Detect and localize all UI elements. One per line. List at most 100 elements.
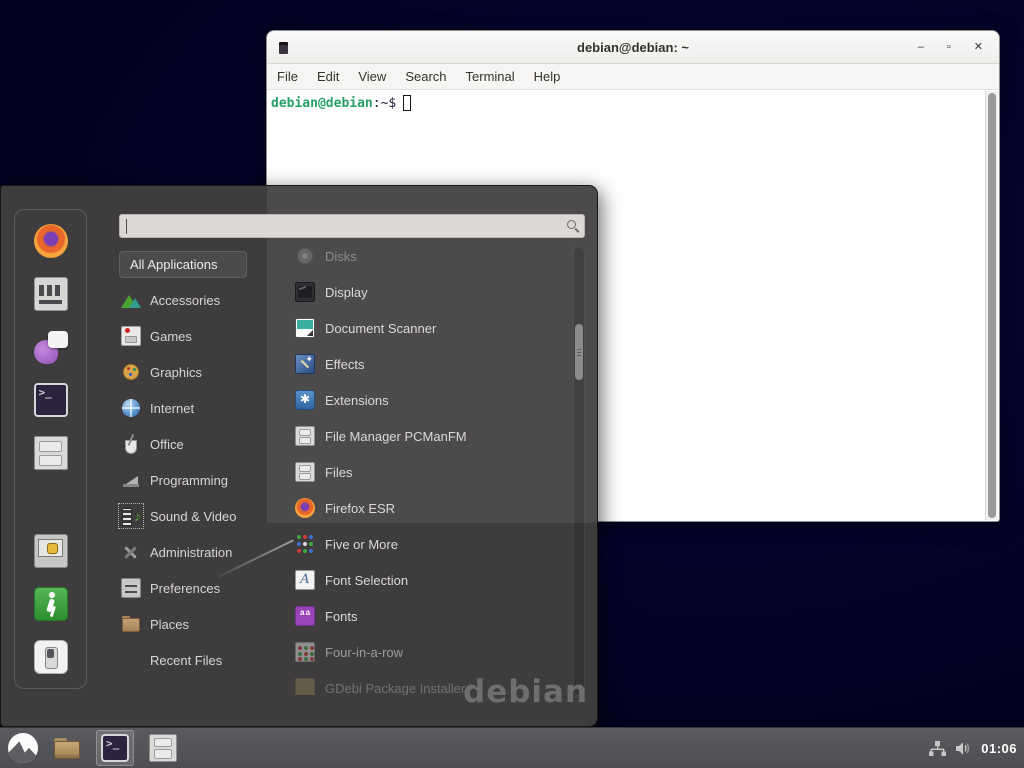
category-item[interactable]: Administration [121,534,271,570]
folder-icon [53,734,81,762]
application-item[interactable]: Five or More [269,526,569,562]
application-label: Disks [325,249,357,264]
all-applications-button[interactable]: All Applications [119,251,247,278]
category-label: Graphics [150,365,202,380]
sound-video-icon [121,506,141,526]
document-scanner-icon [295,318,315,338]
volume-icon[interactable] [955,741,972,756]
category-item[interactable]: Accessories [121,282,271,318]
search-input[interactable] [120,215,584,237]
effects-icon [295,354,315,374]
application-item[interactable]: Disks [269,238,569,274]
category-item[interactable]: Games [121,318,271,354]
office-icon [121,434,141,454]
category-item[interactable]: Places [121,606,271,642]
session-logout[interactable] [33,586,69,622]
application-item[interactable]: Effects [269,346,569,382]
launcher-file-manager[interactable] [144,730,182,766]
category-item[interactable]: Preferences [121,570,271,606]
window-controls: – ▫ ✕ [918,31,983,64]
file-cabinet-icon [149,734,177,762]
display-icon [295,282,315,302]
application-label: Files [325,465,352,480]
favorite-firefox[interactable] [33,223,69,259]
application-item[interactable]: Extensions [269,382,569,418]
logout-icon [34,587,68,621]
taskbar: 01:06 [0,727,1024,768]
category-item[interactable]: Recent Files [121,642,271,678]
favorite-terminal[interactable] [33,382,69,418]
scrollbar-thumb[interactable] [575,324,583,380]
terminal-scrollbar-thumb[interactable] [988,93,996,518]
application-item[interactable]: Files [269,454,569,490]
menubar-item[interactable]: Search [405,69,446,84]
category-item[interactable]: Graphics [121,354,271,390]
session-buttons [33,533,69,675]
application-item[interactable]: Document Scanner [269,310,569,346]
launcher-files[interactable] [48,730,86,766]
terminal-titlebar[interactable]: debian@debian: ~ – ▫ ✕ [267,31,999,64]
accessories-icon [121,290,141,310]
network-icon[interactable] [929,741,946,756]
application-label: Document Scanner [325,321,436,336]
category-label: Accessories [150,293,220,308]
favorite-file-manager[interactable] [33,435,69,471]
category-item[interactable]: Sound & Video [121,498,271,534]
application-item[interactable]: Display [269,274,569,310]
close-button[interactable]: ✕ [974,42,983,53]
favorite-software[interactable] [33,276,69,312]
desktop: { "terminal_window": { "title": "debian@… [0,0,1024,768]
application-item[interactable]: Four-in-a-row [269,634,569,670]
extensions-icon [295,390,315,410]
fonts-icon [295,606,315,626]
application-label: Extensions [325,393,389,408]
session-lock-screen[interactable] [33,533,69,569]
application-label: Firefox ESR [325,501,395,516]
applications-menu: All Applications Accessories Games Graph… [0,185,598,727]
application-label: Four-in-a-row [325,645,403,660]
application-label: Font Selection [325,573,408,588]
application-item[interactable]: Font Selection [269,562,569,598]
shutdown-icon [34,640,68,674]
terminal-app-icon [101,734,129,762]
menubar-item[interactable]: Terminal [466,69,515,84]
graphics-icon [121,362,141,382]
software-icon [34,277,68,311]
debian-watermark: debian [463,674,588,710]
menubar-item[interactable]: File [277,69,298,84]
favorite-launchers [33,223,69,471]
category-label: Programming [150,473,228,488]
menu-start-button[interactable] [8,733,38,763]
clock[interactable]: 01:06 [981,741,1017,756]
application-item[interactable]: Firefox ESR [269,490,569,526]
category-item[interactable]: Internet [121,390,271,426]
application-label: Effects [325,357,365,372]
application-label: Five or More [325,537,398,552]
category-label: Internet [150,401,194,416]
category-label: Places [150,617,189,632]
launcher-terminal[interactable] [96,730,134,766]
category-item[interactable]: Office [121,426,271,462]
maximize-button[interactable]: ▫ [947,42,951,53]
programming-icon [121,470,141,490]
menubar-item[interactable]: Edit [317,69,339,84]
five-or-more-icon [295,534,315,554]
category-label: Office [150,437,184,452]
application-item[interactable]: File Manager PCManFM [269,418,569,454]
prompt-suffix: :~$ [373,96,396,111]
category-label: Recent Files [150,653,222,668]
file-cabinet-icon [34,436,68,470]
minimize-button[interactable]: – [918,42,924,53]
category-item[interactable]: Programming [121,462,271,498]
application-item[interactable]: Fonts [269,598,569,634]
category-label: Games [150,329,192,344]
session-shutdown[interactable] [33,639,69,675]
application-list-scrollbar [573,246,585,696]
menu-search-box [119,214,585,238]
menubar-item[interactable]: View [358,69,386,84]
menubar-item[interactable]: Help [534,69,561,84]
firefox-icon [295,498,315,518]
lock-screen-icon [34,534,68,568]
search-icon [567,220,576,229]
favorite-pidgin[interactable] [33,329,69,365]
